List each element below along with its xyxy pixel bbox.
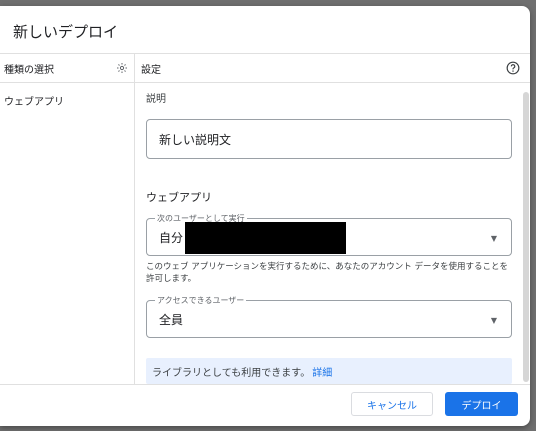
settings-content: 説明 新しい説明文 ウェブアプリ 次のユーザーとして実行 自分 ▼ このウェブ … [146, 82, 512, 384]
deploy-button[interactable]: デプロイ [445, 392, 518, 416]
library-info-text: ライブラリとしても利用できます。 [152, 367, 311, 379]
access-legend: アクセスできるユーザー [155, 295, 247, 306]
new-deployment-dialog: 新しいデプロイ 種類の選択 ウェブアプリ 設定 説明 新しい説明文 ウェブアプリ [0, 6, 530, 426]
library-details-link[interactable]: 詳細 [312, 364, 332, 379]
description-field[interactable]: 新しい説明文 [146, 119, 512, 159]
chevron-down-icon: ▼ [490, 234, 497, 243]
type-item-webapp[interactable]: ウェブアプリ [0, 83, 134, 118]
description-label: 説明 [146, 94, 166, 105]
settings-scrollbar[interactable] [523, 92, 529, 382]
type-selection-pane: 種類の選択 ウェブアプリ [0, 54, 135, 384]
description-value: 新しい説明文 [159, 132, 232, 147]
cancel-button[interactable]: キャンセル [351, 392, 433, 416]
settings-header: 設定 [135, 54, 530, 83]
authorize-note: このウェブ アプリケーションを実行するために、あなたのアカウント データを使用す… [146, 262, 508, 284]
library-info-banner: ライブラリとしても利用できます。 詳細 [146, 358, 512, 384]
settings-title: 設定 [141, 64, 161, 76]
help-icon[interactable] [506, 61, 520, 75]
dialog-title: 新しいデプロイ [13, 23, 119, 41]
settings-pane: 設定 説明 新しい説明文 ウェブアプリ 次のユーザーとして実行 自分 ▼ このウ… [135, 54, 530, 384]
type-selection-title: 種類の選択 [4, 64, 54, 76]
gear-icon[interactable] [116, 62, 128, 74]
type-selection-header: 種類の選択 [0, 54, 134, 83]
access-select[interactable]: アクセスできるユーザー 全員 ▼ [146, 295, 512, 338]
footer-divider [0, 384, 530, 385]
access-value: 全員 [159, 312, 184, 327]
execute-as-value: 自分 [159, 230, 184, 245]
webapp-section-title: ウェブアプリ [146, 191, 212, 204]
execute-as-select[interactable]: 次のユーザーとして実行 自分 ▼ [146, 213, 512, 256]
redacted-account [185, 222, 346, 254]
chevron-down-icon: ▼ [490, 316, 497, 325]
